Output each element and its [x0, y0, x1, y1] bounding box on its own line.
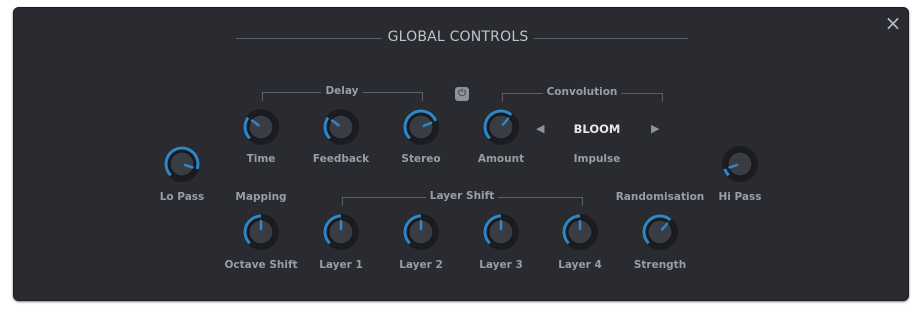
panel-title: GLOBAL CONTROLS [0, 29, 916, 45]
convolution-bracket-right [662, 93, 663, 102]
impulse-label: Impulse [573, 153, 621, 165]
lo-pass-knob[interactable] [162, 144, 202, 184]
layer-shift-group-label: Layer Shift [412, 190, 512, 202]
layer-4-knob[interactable] [560, 212, 600, 252]
strength-label: Strength [633, 259, 687, 271]
layer-2-knob[interactable] [401, 212, 441, 252]
delay-group-label: Delay [302, 85, 382, 97]
delay-bracket-left [262, 92, 263, 101]
layer-shift-bracket-right [582, 197, 583, 206]
randomisation-label: Randomisation [615, 191, 705, 203]
strength-knob[interactable] [640, 212, 680, 252]
power-icon[interactable]: ⏻ [455, 87, 469, 101]
impulse-prev-icon[interactable]: ◀ [536, 122, 544, 135]
impulse-next-icon[interactable]: ▶ [651, 122, 659, 135]
amount-knob[interactable] [481, 107, 521, 147]
amount-label: Amount [477, 153, 525, 165]
time-knob[interactable] [241, 107, 281, 147]
stereo-knob[interactable] [401, 107, 441, 147]
mapping-label: Mapping [235, 191, 287, 203]
layer-3-knob[interactable] [481, 212, 521, 252]
convolution-bracket-left [502, 93, 503, 102]
delay-bracket-right [422, 92, 423, 101]
hi-pass-knob[interactable] [720, 144, 760, 184]
layer-shift-bracket-left [342, 197, 343, 206]
convolution-group-label: Convolution [532, 86, 632, 98]
impulse-value[interactable]: BLOOM [547, 122, 647, 136]
close-icon[interactable]: × [883, 13, 903, 33]
layer-1-knob[interactable] [321, 212, 361, 252]
octave-shift-knob[interactable] [241, 212, 281, 252]
feedback-knob[interactable] [321, 107, 361, 147]
